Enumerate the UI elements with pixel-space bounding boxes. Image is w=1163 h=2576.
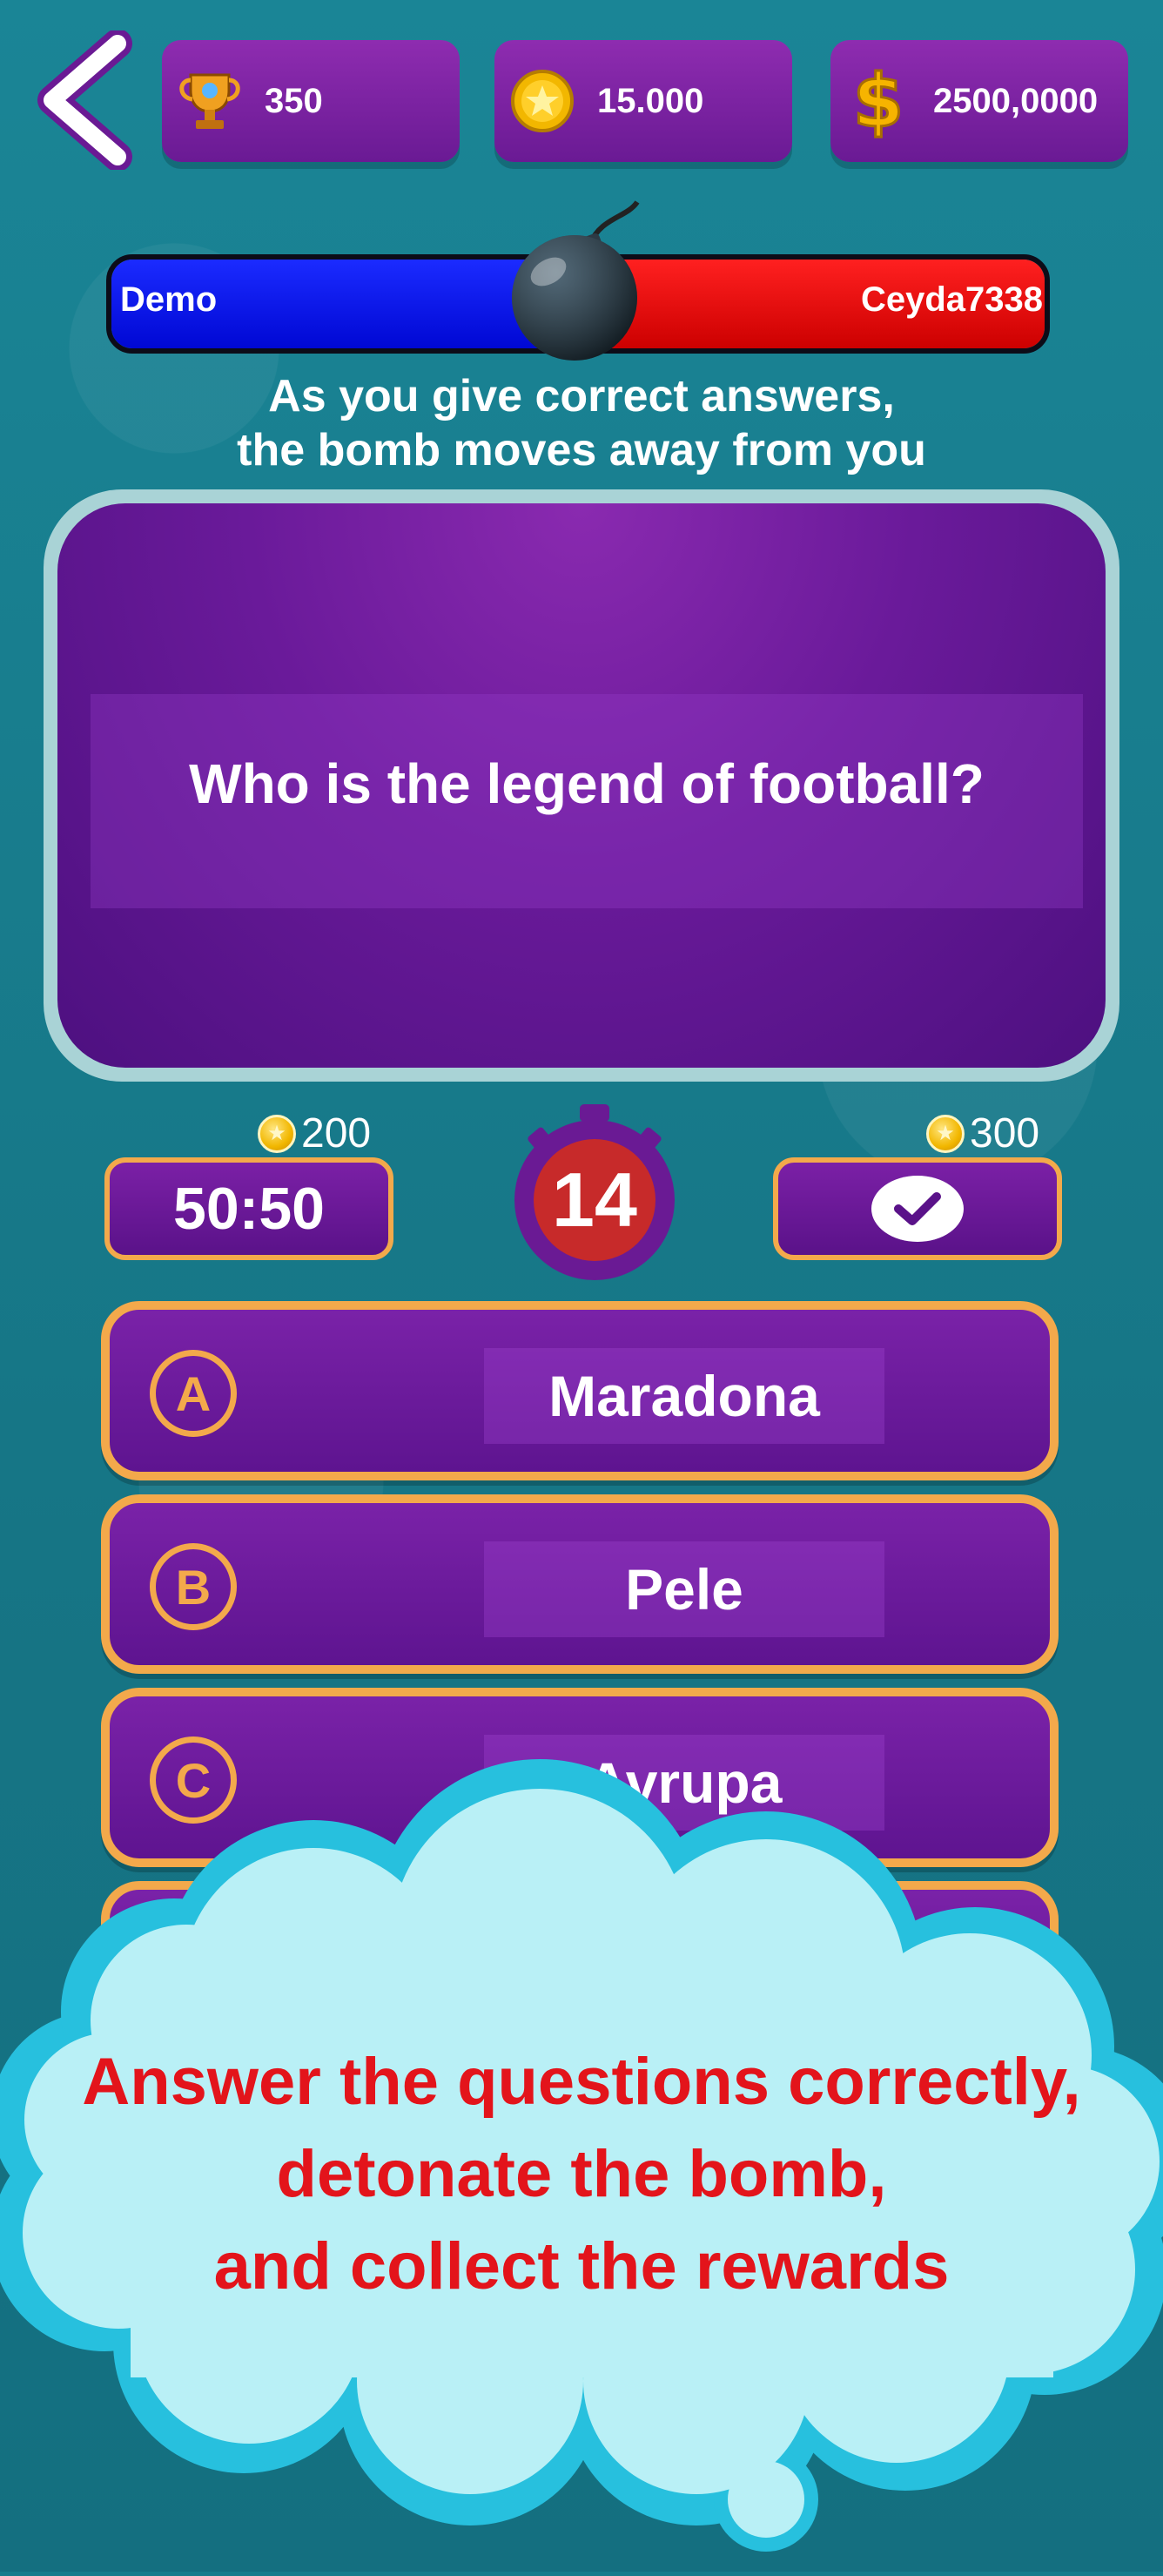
promo-line-1: Answer the questions correctly, [82,2045,1081,2119]
trophy-count: 350 [265,81,323,120]
coin-icon: ★ [926,1114,965,1153]
answer-text-b: Pele [484,1541,884,1637]
fifty-fifty-price-value: 200 [301,1110,372,1157]
correct-answer-price: ★ 300 [926,1109,1039,1157]
dollar-icon: $ [839,62,918,140]
answer-option-b[interactable]: B Pele [101,1494,1059,1674]
fifty-fifty-price: ★ 200 [258,1109,371,1157]
question-text: Who is the legend of football? [91,694,1083,908]
chevron-left-icon [37,29,132,172]
bomb-icon [487,192,662,366]
coin-icon [503,62,582,140]
answer-option-a[interactable]: A Maradona [101,1301,1059,1480]
correct-answer-button[interactable] [773,1157,1062,1260]
back-button[interactable] [26,29,139,172]
trophy-icon [171,62,249,140]
coin-icon: ★ [258,1114,296,1153]
promo-line-3: and collect the rewards [213,2229,950,2303]
correct-answer-price-value: 300 [970,1110,1040,1157]
coin-count: 15.000 [597,81,704,120]
answer-letter-b: B [150,1543,237,1630]
timer-value: 14 [552,1157,637,1243]
promo-line-2: detonate the bomb, [276,2137,887,2211]
hint-text: As you give correct answers, the bomb mo… [0,369,1163,477]
answer-letter-a: A [150,1350,237,1437]
player-name-right: Ceyda7338 [860,280,1043,319]
coin-counter: 15.000 [494,40,792,162]
fifty-fifty-button[interactable]: 50:50 [104,1157,393,1260]
hint-line-1: As you give correct answers, [268,371,895,421]
money-amount: 2500,0000 [933,81,1099,120]
check-icon [871,1176,964,1242]
player-name-left: Demo [120,280,218,319]
answer-text-a: Maradona [484,1348,884,1444]
fifty-fifty-label: 50:50 [173,1176,325,1242]
hint-line-2: the bomb moves away from you [237,425,926,475]
trophy-counter: 350 [162,40,460,162]
promo-text: Answer the questions correctly, detonate… [35,2036,1128,2313]
money-counter: $ 2500,0000 [830,40,1128,162]
svg-text:$: $ [853,62,904,140]
